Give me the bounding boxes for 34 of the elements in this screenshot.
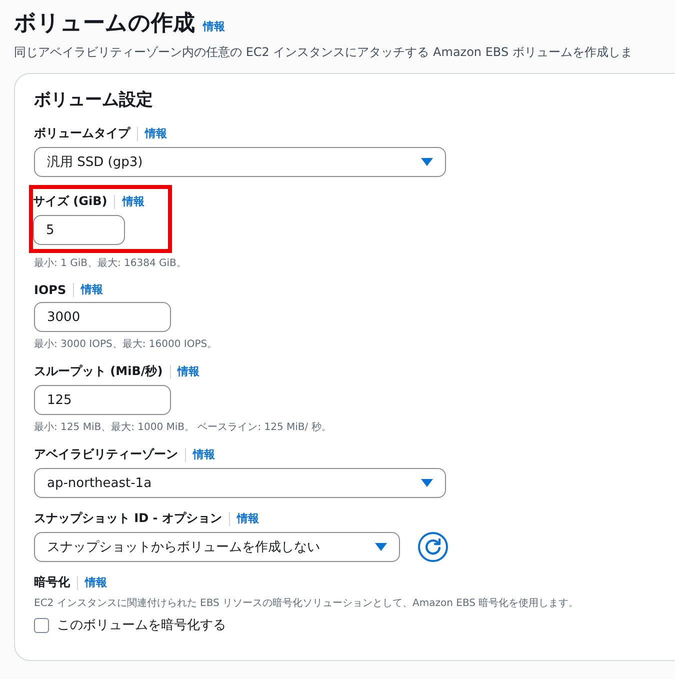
field-label: スナップショット ID - オプション <box>34 510 222 527</box>
field-label: サイズ (GiB) <box>33 193 108 210</box>
checkbox-label[interactable]: このボリュームを暗号化する <box>57 616 226 634</box>
info-link[interactable]: 情報 <box>236 511 259 526</box>
info-link[interactable]: 情報 <box>81 282 104 297</box>
info-link[interactable]: 情報 <box>122 194 144 209</box>
refresh-button[interactable] <box>418 532 448 562</box>
field-label: ボリュームタイプ <box>34 125 130 142</box>
input-field[interactable]: 125 <box>34 385 171 415</box>
dropdown-select[interactable]: ap-northeast-1a <box>34 468 446 498</box>
field-hint: 最小: 1 GiB、最大: 16384 GiB。 <box>34 256 186 270</box>
caret-icon <box>421 478 433 488</box>
page-description: 同じアベイラビリティーゾーン内の任意の EC2 インスタンスにアタッチする Amazon EBS ボリュームを作成しま <box>14 44 634 61</box>
field-label: アベイラビリティーゾーン <box>34 446 178 463</box>
field-label: スループット (MiB/秒) <box>34 363 163 380</box>
caret-icon <box>421 158 433 166</box>
info-link[interactable]: 情報 <box>193 447 215 462</box>
field-label: IOPS <box>34 282 66 296</box>
info-link[interactable]: 情報 <box>178 364 200 379</box>
checkbox[interactable] <box>34 618 49 632</box>
info-link[interactable]: 情報 <box>145 126 167 141</box>
field-label: 暗号化 <box>34 574 70 591</box>
info-link[interactable]: 情報 <box>203 19 225 34</box>
page-title: ボリュームの作成 <box>14 10 195 38</box>
field-hint: 最小: 3000 IOPS、最大: 16000 IOPS。 <box>34 338 218 351</box>
info-link[interactable]: 情報 <box>85 575 107 590</box>
dropdown-select[interactable]: 汎用 SSD (gp3) <box>34 147 446 177</box>
input-field[interactable]: 5 <box>33 215 125 245</box>
field-hint: 最小: 125 MiB、最大: 1000 MiB。 ベースライン: 125 MiB/ 秒。 <box>34 420 332 434</box>
caret-icon <box>375 542 387 552</box>
field-description: EC2 インスタンスに関連付けられた EBS リソースの暗号化ソリューションとして、Amazon EBS 暗号化を使用します。 <box>34 596 579 610</box>
input-field[interactable]: 3000 <box>34 302 171 332</box>
card-title: ボリューム設定 <box>34 89 154 111</box>
dropdown-select[interactable]: スナップショットからボリュームを作成しない <box>34 532 400 562</box>
